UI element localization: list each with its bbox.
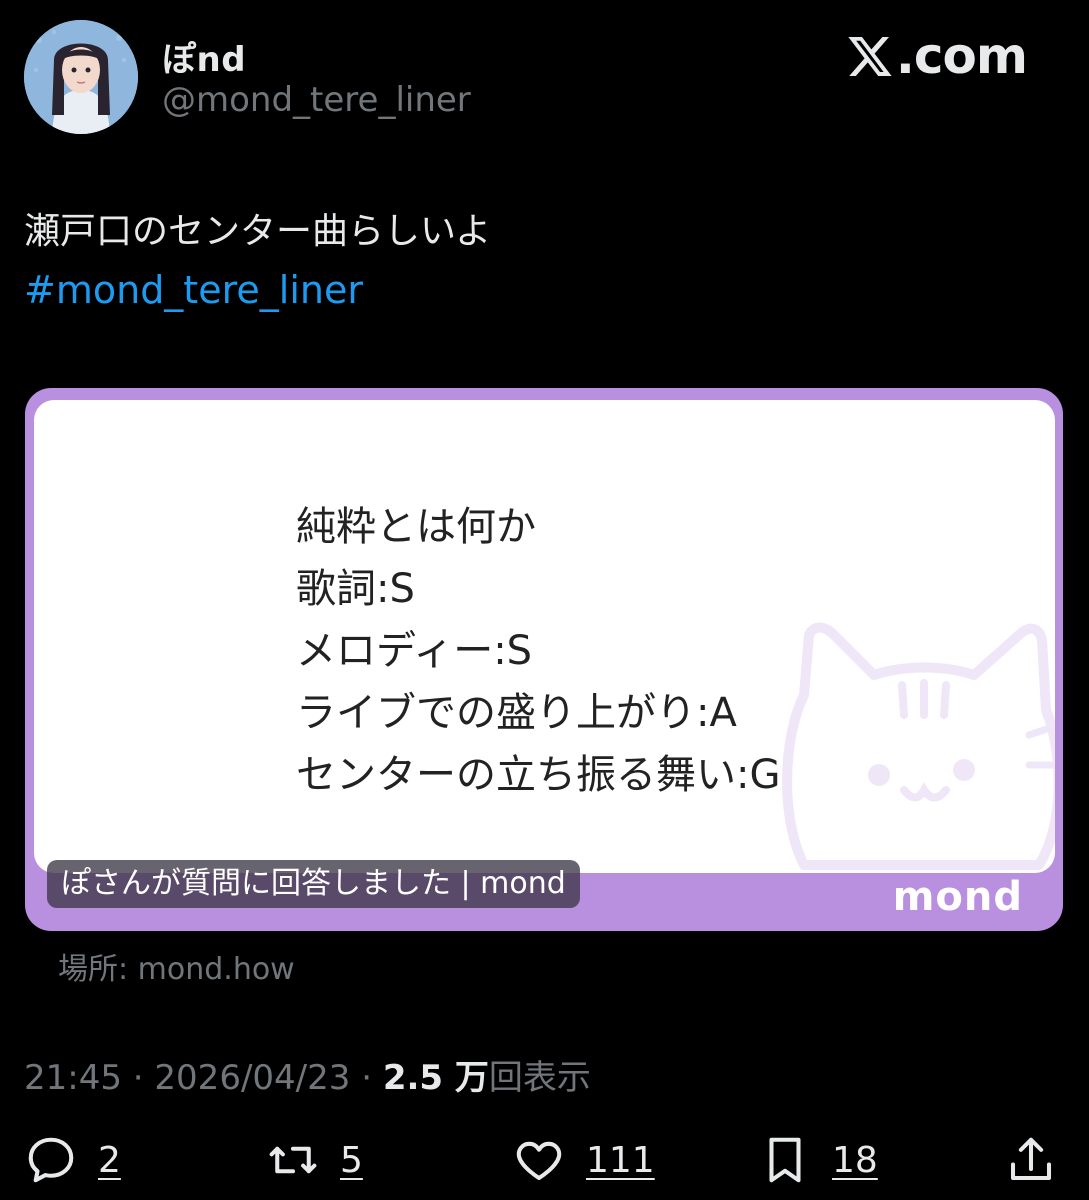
- card-answer-text: 純粋とは何か 歌詞:S メロディー:S ライブでの盛り上がり:A センターの立ち…: [296, 496, 780, 806]
- bookmark-button[interactable]: 18: [758, 1128, 878, 1192]
- reply-icon: [28, 1137, 74, 1183]
- meta-separator: ·: [121, 1058, 155, 1098]
- site-logo-domain: com: [913, 27, 1028, 85]
- card-line: 歌詞:S: [296, 566, 415, 612]
- card-line: メロディー:S: [296, 628, 533, 674]
- tweet-time[interactable]: 21:45: [24, 1058, 122, 1098]
- avatar-image: [24, 20, 138, 134]
- tweet-text: 瀬戸口のセンター曲らしいよ: [24, 211, 492, 252]
- reply-button[interactable]: 2: [24, 1128, 121, 1192]
- tweet-meta: 21:45 · 2026/04/23 · 2.5 万回表示: [24, 1050, 591, 1099]
- like-button[interactable]: 111: [512, 1128, 655, 1192]
- hashtag-link[interactable]: #mond_tere_liner: [24, 268, 363, 312]
- meta-separator: ·: [350, 1058, 383, 1098]
- like-count: 111: [586, 1139, 655, 1181]
- share-button[interactable]: [1004, 1128, 1058, 1192]
- retweet-icon: [269, 1146, 317, 1174]
- display-name[interactable]: ぽnd: [162, 32, 246, 81]
- mond-logo: mond: [892, 874, 1023, 920]
- user-handle[interactable]: @mond_tere_liner: [162, 80, 471, 120]
- view-label: 回表示: [488, 1058, 591, 1098]
- site-logo: .com: [846, 27, 1028, 85]
- reply-count: 2: [98, 1139, 121, 1181]
- card-line: センターの立ち振る舞い:G: [296, 752, 781, 798]
- action-bar: 2 5 111 18: [0, 1128, 1089, 1192]
- retweet-count: 5: [340, 1139, 363, 1181]
- card-source[interactable]: 場所: mond.how: [58, 944, 295, 988]
- like-icon: [516, 1141, 562, 1181]
- tweet-date[interactable]: 2026/04/23: [154, 1058, 350, 1098]
- card-line: ライブでの盛り上がり:A: [296, 690, 737, 736]
- x-logo-icon: [848, 37, 892, 76]
- view-count: 2.5 万: [382, 1058, 489, 1098]
- bookmark-icon: [769, 1137, 801, 1183]
- card-line: 純粋とは何か: [296, 504, 536, 550]
- card-image: 純粋とは何か 歌詞:S メロディー:S ライブでの盛り上がり:A センターの立ち…: [34, 400, 1055, 873]
- avatar[interactable]: [24, 20, 138, 134]
- cat-watermark-icon: [782, 622, 1055, 870]
- share-icon: [1010, 1137, 1052, 1181]
- bookmark-count: 18: [832, 1139, 878, 1181]
- card-caption: ぽさんが質問に回答しました | mond: [47, 860, 580, 908]
- retweet-button[interactable]: 5: [266, 1128, 363, 1192]
- site-logo-text: .com: [895, 27, 1028, 85]
- link-card[interactable]: 純粋とは何か 歌詞:S メロディー:S ライブでの盛り上がり:A センターの立ち…: [25, 388, 1063, 931]
